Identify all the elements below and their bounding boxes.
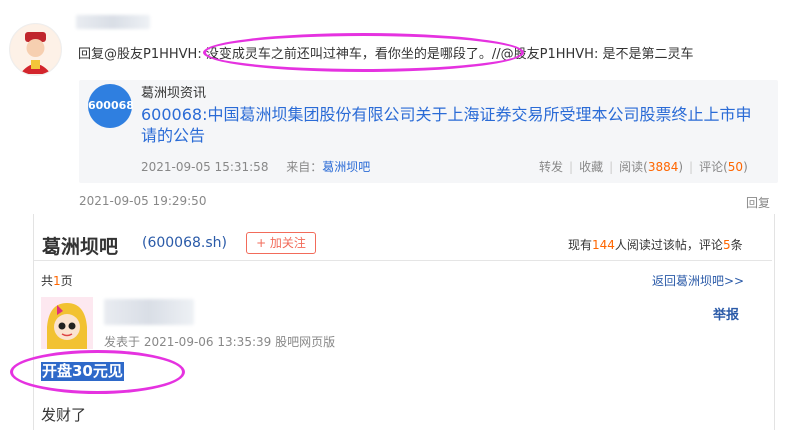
page-count: 共1页 (41, 274, 73, 288)
from-link[interactable]: 葛洲坝吧 (322, 160, 370, 174)
comment-total: 5 (722, 238, 731, 252)
annotation-oval-reply (203, 33, 524, 72)
reply-mention[interactable]: 回复@股友P1HHVH (78, 47, 197, 62)
forward-button[interactable]: 转发 (539, 160, 563, 174)
follow-button[interactable]: + 加关注 (246, 232, 316, 254)
post-time: 发表于 2021-09-06 13:35:39 股吧网页版 (104, 335, 336, 349)
quoted-time: 2021-09-05 15:31:58 (141, 160, 269, 174)
quoted-title[interactable]: 600068:中国葛洲坝集团股份有限公司关于上海证券交易所受理本公司股票终止上市… (141, 104, 761, 146)
post-author-name-blurred[interactable] (104, 299, 194, 325)
from-label: 来自： (286, 160, 323, 174)
quoted-source[interactable]: 葛洲坝资讯 (141, 82, 206, 101)
forum-code: (600068.sh) (142, 235, 227, 251)
forum-stats: 现有144人阅读过该帖，评论5条 (568, 238, 743, 252)
user-avatar[interactable] (9, 23, 62, 76)
reply-time: 2021-09-05 19:29:50 (79, 194, 207, 208)
caishen-avatar-icon (10, 24, 61, 75)
post-body: 发财了 (41, 406, 87, 424)
annotation-oval-title (10, 350, 185, 394)
report-button[interactable]: 举报 (713, 304, 739, 323)
favorite-button[interactable]: 收藏 (579, 160, 603, 174)
comment-count[interactable]: 评论(50) (699, 160, 748, 174)
back-to-forum-link[interactable]: 返回葛洲坝吧>> (652, 272, 744, 289)
post-author-avatar[interactable] (41, 297, 93, 349)
viewer-count: 144 (592, 238, 615, 252)
cartoon-girl-avatar-icon (41, 297, 93, 349)
stock-badge-icon: 600068 (88, 84, 134, 128)
username-blurred[interactable] (76, 15, 150, 29)
quoted-actions: 转发 | 收藏 | 阅读(3884) | 评论(50) (539, 160, 748, 174)
forum-name[interactable]: 葛洲坝吧 (42, 232, 118, 259)
reply-action-button[interactable]: 回复 (746, 194, 770, 211)
quoted-meta: 2021-09-05 15:31:58 来自：葛洲坝吧 (141, 158, 370, 175)
read-count: 阅读(3884) (619, 160, 684, 174)
